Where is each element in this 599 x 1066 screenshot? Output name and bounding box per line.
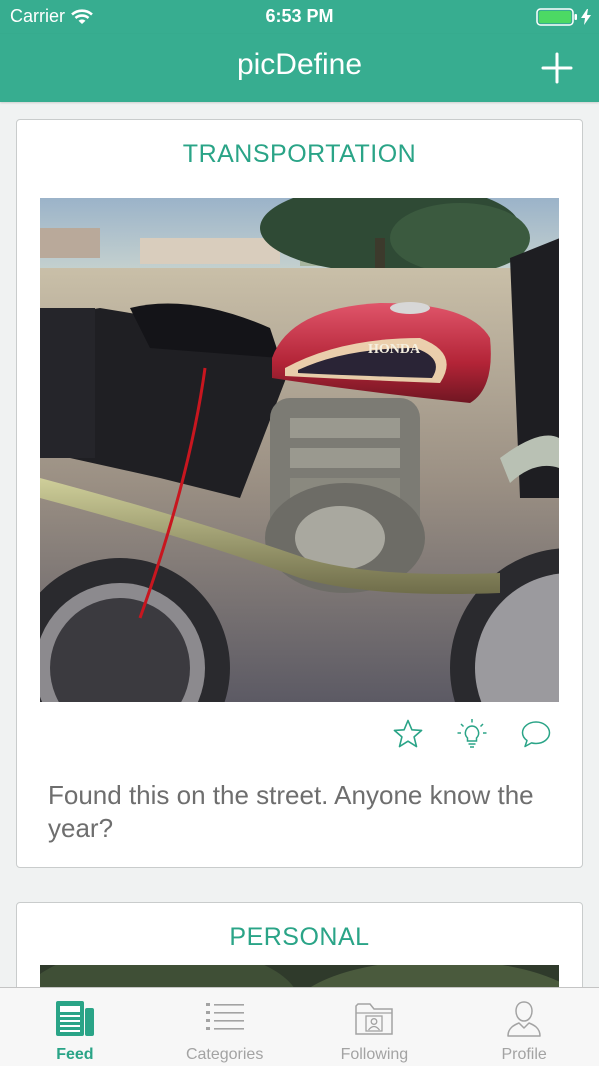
tab-feed[interactable]: Feed bbox=[0, 988, 150, 1066]
post-category: TRANSPORTATION bbox=[182, 140, 417, 168]
post-category: PERSONAL bbox=[229, 923, 370, 951]
tab-following[interactable]: Following bbox=[300, 988, 450, 1066]
plus-icon bbox=[541, 52, 573, 84]
post-photo[interactable] bbox=[40, 965, 559, 987]
battery-icon bbox=[536, 8, 577, 26]
add-post-button[interactable] bbox=[539, 50, 575, 86]
post-card[interactable]: TRANSPORTATION HONDA Found this on the s… bbox=[16, 119, 583, 868]
tab-feed-label: Feed bbox=[56, 1046, 94, 1063]
list-icon bbox=[205, 1003, 244, 1030]
newspaper-icon bbox=[55, 1001, 94, 1036]
tab-categories[interactable]: Categories bbox=[150, 988, 300, 1066]
person-icon bbox=[507, 1001, 541, 1037]
post-actions bbox=[392, 718, 552, 750]
battery-indicator bbox=[536, 7, 591, 27]
feed-list[interactable]: TRANSPORTATION HONDA Found this on the s… bbox=[0, 102, 599, 987]
post-card[interactable]: PERSONAL bbox=[16, 902, 583, 987]
tab-following-label: Following bbox=[340, 1046, 409, 1063]
tab-categories-label: Categories bbox=[185, 1046, 264, 1063]
tab-profile-label: Profile bbox=[501, 1046, 547, 1063]
post-photo[interactable]: HONDA bbox=[40, 198, 559, 702]
star-icon[interactable] bbox=[392, 718, 424, 750]
app-title: picDefine bbox=[236, 48, 363, 81]
clock: 6:53 PM bbox=[265, 6, 334, 26]
tab-bar: Feed Categories Following Profile bbox=[0, 987, 599, 1066]
honda-badge: HONDA bbox=[368, 342, 421, 357]
navigation-bar: picDefine bbox=[0, 34, 599, 102]
status-bar: Carrier 6:53 PM bbox=[0, 0, 599, 34]
user-folder-icon bbox=[355, 1003, 394, 1035]
lightbulb-icon[interactable] bbox=[456, 718, 488, 750]
comment-icon[interactable] bbox=[520, 718, 552, 750]
post-caption: Found this on the street. Anyone know th… bbox=[48, 780, 534, 843]
tab-profile[interactable]: Profile bbox=[449, 988, 599, 1066]
charging-bolt-icon bbox=[581, 9, 591, 25]
